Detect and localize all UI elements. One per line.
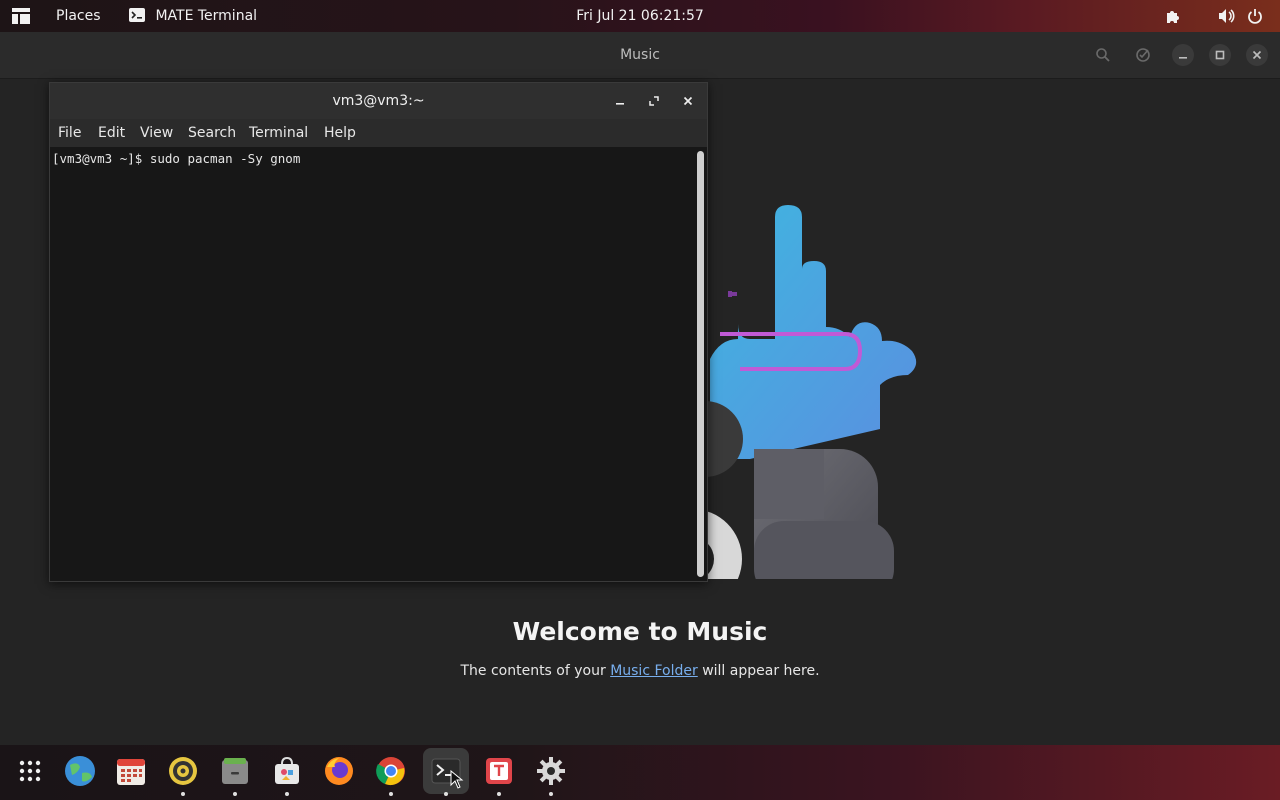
puzzle-icon xyxy=(1167,11,1179,23)
running-indicator xyxy=(444,792,448,796)
activities-icon xyxy=(12,8,30,24)
terminal-content[interactable]: [vm3@vm3 ~]$ sudo pacman -Sy gnom xyxy=(50,147,695,581)
terminal-app-icon xyxy=(129,8,145,22)
terminal-close-button[interactable] xyxy=(679,92,697,110)
running-indicator xyxy=(233,792,237,796)
dock-terminal[interactable] xyxy=(423,748,469,796)
terminal-command-line: [vm3@vm3 ~]$ sudo pacman -Sy gnom xyxy=(52,151,301,166)
terminal-menubar: File Edit View Search Terminal Help xyxy=(50,119,707,147)
dock-software[interactable] xyxy=(264,748,310,796)
terminal-titlebar[interactable]: vm3@vm3:~ xyxy=(50,83,707,119)
text-editor-icon xyxy=(486,758,512,784)
firefox-icon xyxy=(325,757,353,785)
running-indicator xyxy=(549,792,553,796)
maximize-icon xyxy=(649,96,659,106)
dock xyxy=(0,745,1280,800)
dock-text-editor[interactable] xyxy=(476,748,522,796)
minimize-icon xyxy=(616,103,624,105)
menu-search[interactable]: Search xyxy=(188,119,236,147)
music-maximize-button[interactable] xyxy=(1209,44,1231,66)
music-window-title: Music xyxy=(620,47,660,63)
dock-chrome[interactable] xyxy=(368,748,414,796)
search-icon xyxy=(1096,48,1110,62)
globe-icon xyxy=(65,756,95,786)
places-menu[interactable]: Places xyxy=(56,0,101,32)
terminal-scrollbar[interactable] xyxy=(697,151,704,577)
terminal-minimize-button[interactable] xyxy=(611,92,629,110)
maximize-icon xyxy=(1215,50,1225,60)
terminal-maximize-button[interactable] xyxy=(645,92,663,110)
music-close-button[interactable] xyxy=(1246,44,1268,66)
terminal-title: vm3@vm3:~ xyxy=(332,93,425,109)
dock-web-browser[interactable] xyxy=(57,748,103,794)
dock-settings[interactable] xyxy=(528,748,574,796)
welcome-description: The contents of your Music Folder will a… xyxy=(0,663,1280,679)
dock-files[interactable] xyxy=(212,748,258,796)
close-icon xyxy=(1252,50,1262,60)
dock-calendar[interactable] xyxy=(108,748,154,794)
volume-indicator[interactable] xyxy=(1218,0,1236,32)
activities-button[interactable] xyxy=(10,0,34,32)
menu-help[interactable]: Help xyxy=(324,119,356,147)
dock-rhythmbox[interactable] xyxy=(160,748,206,796)
chrome-icon xyxy=(376,757,405,786)
app-menu-label: MATE Terminal xyxy=(155,8,258,24)
music-minimize-button[interactable] xyxy=(1172,44,1194,66)
running-indicator xyxy=(497,792,501,796)
gear-icon xyxy=(537,757,565,785)
mouse-pointer-icon xyxy=(450,770,464,789)
app-menu[interactable]: MATE Terminal xyxy=(129,0,257,32)
welcome-title: Welcome to Music xyxy=(512,617,768,646)
speaker-icon xyxy=(169,757,197,785)
software-store-icon xyxy=(275,756,299,784)
music-search-button[interactable] xyxy=(1092,44,1114,66)
terminal-window: vm3@vm3:~ File Edit View Search Terminal… xyxy=(49,82,708,582)
check-circle-icon xyxy=(1136,48,1150,62)
power-indicator[interactable] xyxy=(1247,0,1263,32)
volume-icon xyxy=(1219,9,1235,23)
menu-view[interactable]: View xyxy=(140,119,173,147)
menu-terminal[interactable]: Terminal xyxy=(249,119,308,147)
running-indicator xyxy=(389,792,393,796)
top-panel: Places MATE Terminal Fri Jul 21 06:21:57 xyxy=(0,0,1280,32)
running-indicator xyxy=(181,792,185,796)
welcome-prefix: The contents of your xyxy=(460,663,611,679)
power-icon xyxy=(1248,9,1262,24)
menu-file[interactable]: File xyxy=(58,119,81,147)
close-icon xyxy=(683,96,693,106)
welcome-suffix: will appear here. xyxy=(697,663,820,679)
menu-edit[interactable]: Edit xyxy=(98,119,125,147)
places-label: Places xyxy=(56,8,101,24)
app-grid-icon xyxy=(19,760,41,782)
running-indicator xyxy=(285,792,289,796)
dock-firefox[interactable] xyxy=(316,748,362,794)
music-headerbar: Music xyxy=(0,32,1280,79)
dock-app-grid[interactable] xyxy=(7,748,53,794)
music-folder-link[interactable]: Music Folder xyxy=(610,663,698,679)
calendar-icon xyxy=(117,759,145,785)
music-select-button[interactable] xyxy=(1132,44,1154,66)
extensions-indicator[interactable] xyxy=(1165,0,1183,32)
files-icon xyxy=(222,758,248,784)
minimize-icon xyxy=(1179,57,1187,59)
